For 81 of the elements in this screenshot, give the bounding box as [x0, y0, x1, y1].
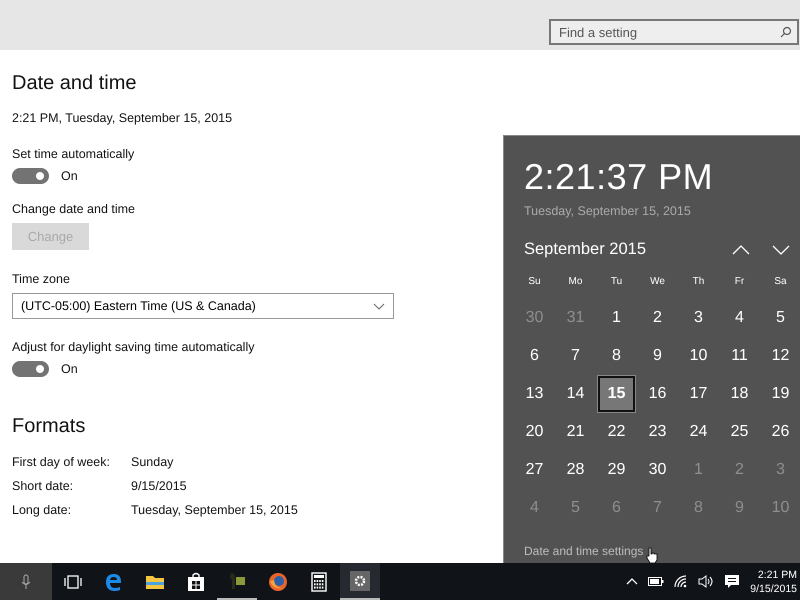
calendar-day[interactable]: 4: [721, 300, 758, 336]
taskbar-app[interactable]: [340, 563, 380, 600]
format-label: First day of week:: [12, 455, 110, 469]
section-title: Date and time: [12, 72, 137, 95]
calendar-day[interactable]: 16: [639, 376, 676, 412]
battery-icon[interactable]: [648, 577, 664, 586]
calendar-day[interactable]: 24: [680, 414, 717, 450]
setting-label: Change date and time: [12, 202, 136, 216]
calendar-day[interactable]: 9: [639, 338, 676, 374]
calendar-day[interactable]: 14: [557, 376, 594, 412]
format-label: Long date:: [12, 503, 72, 517]
calendar-day[interactable]: 28: [557, 452, 594, 488]
chevron-up-icon[interactable]: [732, 244, 750, 254]
calendar-day[interactable]: 12: [762, 338, 799, 374]
weekday-label: We: [649, 275, 666, 289]
weekday-label: Th: [692, 275, 706, 289]
time-zone-dropdown[interactable]: (UTC-05:00) Eastern Time (US & Canada): [12, 293, 394, 319]
chevron-up-icon[interactable]: [626, 578, 638, 585]
weekday-label: Fr: [734, 275, 746, 289]
calendar-day[interactable]: 13: [516, 376, 553, 412]
chevron-down-icon: [373, 302, 385, 310]
weekday-label: Su: [527, 275, 542, 289]
current-datetime: 2:21 PM, Tuesday, September 15, 2015: [12, 111, 232, 125]
notification-icon[interactable]: [724, 574, 740, 589]
fox-globe-icon: [268, 572, 288, 592]
format-value: 9/15/2015: [131, 479, 187, 493]
settings-link[interactable]: Date and time settings: [524, 544, 644, 558]
calendar-day[interactable]: 8: [598, 338, 635, 374]
month-title: September 2015: [524, 240, 648, 259]
calendar-day[interactable]: 18: [721, 376, 758, 412]
wifi-icon[interactable]: [674, 575, 688, 588]
format-value: Tuesday, September 15, 2015: [131, 503, 298, 517]
clock-date: Tuesday, September 15, 2015: [524, 204, 692, 218]
format-value: Sunday: [131, 455, 174, 469]
calendar-day[interactable]: 3: [680, 300, 717, 336]
calendar-day[interactable]: 5: [762, 300, 799, 336]
calendar-day[interactable]: 17: [680, 376, 717, 412]
calendar-day[interactable]: 19: [762, 376, 799, 412]
calendar-day[interactable]: 22: [598, 414, 635, 450]
calendar-day[interactable]: 30: [639, 452, 676, 488]
setting-label: Time zone: [12, 272, 70, 286]
app-icon: [227, 570, 247, 590]
calendar-day[interactable]: 15: [598, 376, 635, 412]
calendar-day[interactable]: 29: [598, 452, 635, 488]
calendar-day[interactable]: 25: [721, 414, 758, 450]
search-field[interactable]: Find a setting: [549, 19, 799, 45]
hand-cursor-icon: [646, 547, 658, 563]
weekday-label: Sa: [773, 275, 788, 289]
calendar-day[interactable]: 1: [598, 300, 635, 336]
speaker-icon[interactable]: [698, 575, 714, 588]
calendar-day[interactable]: 10: [680, 338, 717, 374]
calendar-day[interactable]: 2: [639, 300, 676, 336]
calendar-day[interactable]: 26: [762, 414, 799, 450]
calendar-day[interactable]: 23: [639, 414, 676, 450]
calendar-day[interactable]: 21: [557, 414, 594, 450]
shopping-bag-icon: [187, 572, 205, 592]
calculator-icon: [311, 572, 327, 592]
clock-time: 2:21:37 PM: [524, 156, 714, 198]
weekday-label: Mo: [568, 275, 584, 289]
gear-icon: [350, 570, 370, 590]
section-title: Formats: [12, 415, 86, 438]
calendar-day[interactable]: 27: [516, 452, 553, 488]
task-view-icon: [64, 574, 82, 588]
toggle-state: On: [61, 362, 78, 376]
calendar-day[interactable]: 7: [557, 338, 594, 374]
e-logo-icon: [104, 572, 124, 592]
toggle-switch[interactable]: [12, 361, 49, 377]
toggle-switch[interactable]: [12, 168, 49, 184]
setting-label: Set time automatically: [12, 147, 134, 161]
chevron-down-icon[interactable]: [772, 244, 790, 254]
taskbar-clock[interactable]: 2:21 PM 9/15/2015: [750, 568, 797, 596]
toggle-state: On: [61, 169, 78, 183]
folder-icon: [145, 574, 165, 590]
microphone-icon: [21, 574, 31, 590]
setting-label: Adjust for daylight saving time automatically: [12, 340, 254, 354]
calendar-day[interactable]: 6: [516, 338, 553, 374]
weekday-label: Tu: [610, 275, 624, 289]
calendar-day[interactable]: 11: [721, 338, 758, 374]
calendar-day[interactable]: 20: [516, 414, 553, 450]
format-label: Short date:: [12, 479, 74, 493]
search-icon: [780, 26, 792, 38]
